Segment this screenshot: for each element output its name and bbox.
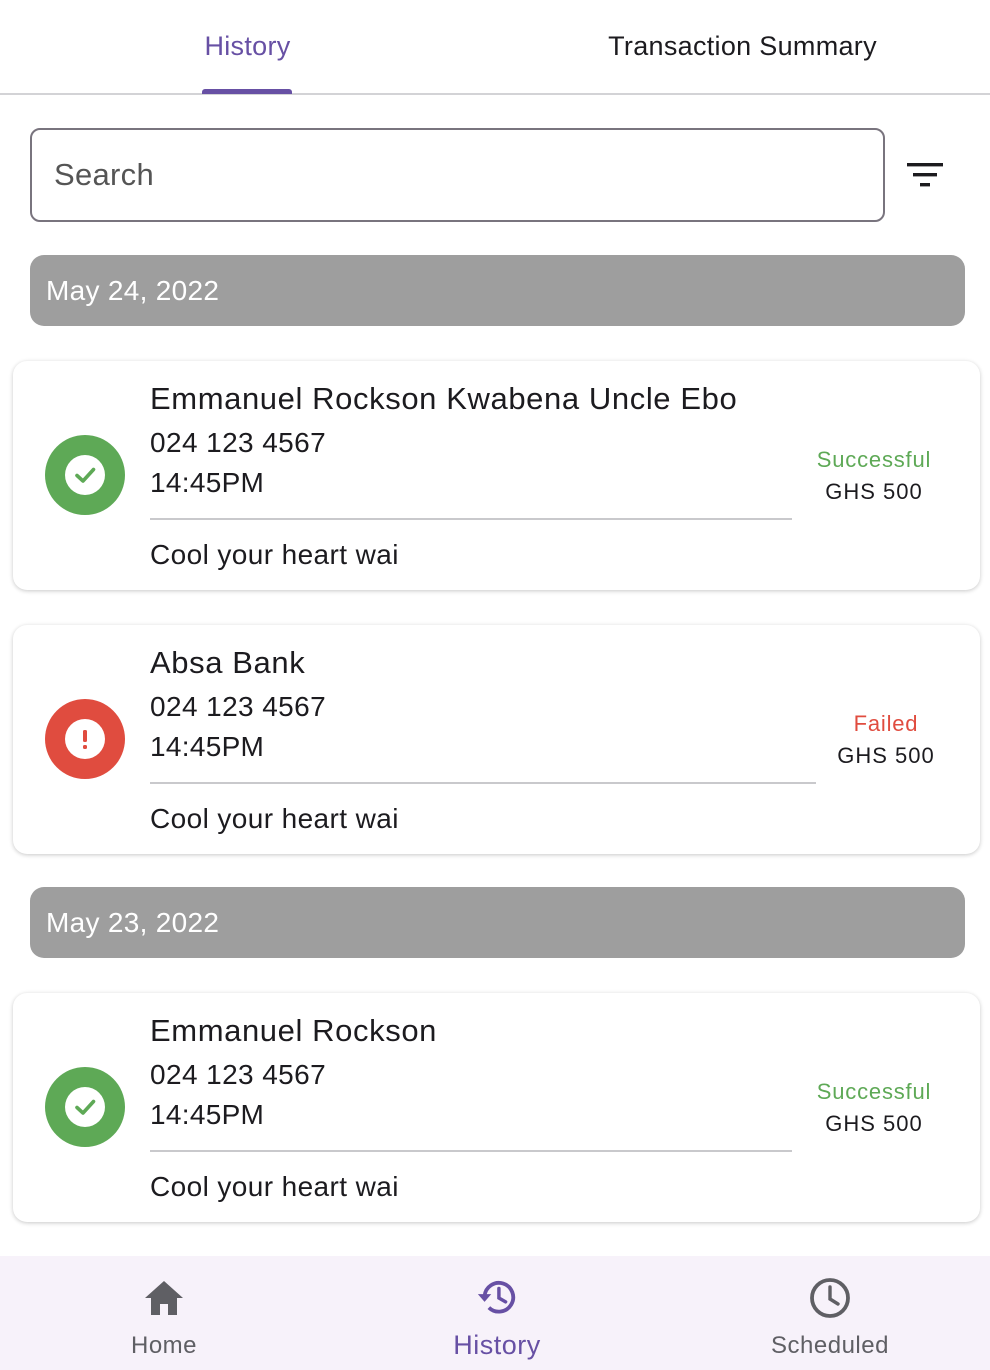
tab-bar: History Transaction Summary — [0, 0, 990, 95]
recipient-phone: 024 123 4567 — [150, 427, 327, 458]
transaction-time: 14:45PM — [150, 1099, 265, 1130]
card-divider — [150, 1150, 792, 1152]
transaction-note: Cool your heart wai — [150, 539, 399, 570]
date-header-label: May 24, 2022 — [46, 274, 220, 306]
recipient-phone: 024 123 4567 — [150, 1059, 327, 1090]
tab-history[interactable]: History — [0, 0, 495, 93]
status-label: Successful — [816, 1079, 932, 1104]
home-icon — [142, 1276, 186, 1320]
clock-icon — [808, 1276, 852, 1320]
transaction-card[interactable]: Emmanuel Rockson Kwabena Uncle Ebo 024 1… — [13, 361, 980, 590]
nav-scheduled-label: Scheduled — [771, 1332, 889, 1359]
filter-icon — [907, 163, 943, 187]
bottom-navigation: Home History Scheduled — [0, 1256, 990, 1370]
transaction-note: Cool your heart wai — [150, 1171, 399, 1202]
recipient-phone: 024 123 4567 — [150, 691, 327, 722]
nav-home[interactable]: Home — [64, 1256, 264, 1370]
transaction-card[interactable]: Absa Bank 024 123 4567 14:45PM Cool your… — [13, 625, 980, 854]
card-divider — [150, 518, 792, 520]
transaction-time: 14:45PM — [150, 467, 265, 498]
transaction-amount: GHS 500 — [837, 743, 935, 768]
transaction-amount: GHS 500 — [825, 1111, 923, 1136]
filter-button[interactable] — [900, 150, 950, 200]
error-circle-icon — [45, 699, 125, 779]
nav-history[interactable]: History — [397, 1256, 597, 1370]
nav-history-label: History — [453, 1330, 541, 1360]
transaction-time: 14:45PM — [150, 731, 265, 762]
nav-scheduled[interactable]: Scheduled — [730, 1256, 930, 1370]
date-header-label: May 23, 2022 — [46, 906, 220, 938]
search-input[interactable] — [54, 157, 861, 193]
status-label: Failed — [853, 711, 919, 736]
transaction-amount: GHS 500 — [825, 479, 923, 504]
recipient-name: Emmanuel Rockson — [150, 1013, 437, 1048]
nav-home-label: Home — [130, 1332, 198, 1359]
history-icon — [475, 1276, 519, 1320]
recipient-name: Absa Bank — [150, 645, 306, 680]
card-divider — [150, 782, 816, 784]
tab-transaction-summary[interactable]: Transaction Summary — [495, 0, 990, 93]
recipient-name: Emmanuel Rockson Kwabena Uncle Ebo — [150, 381, 738, 416]
status-label: Successful — [816, 447, 932, 472]
transaction-note: Cool your heart wai — [150, 803, 399, 834]
check-circle-icon — [45, 1067, 125, 1147]
date-header: May 23, 2022 — [30, 887, 965, 958]
date-header: May 24, 2022 — [30, 255, 965, 326]
check-circle-icon — [45, 435, 125, 515]
tab-active-indicator — [202, 89, 292, 94]
search-field[interactable] — [30, 128, 885, 222]
transaction-card[interactable]: Emmanuel Rockson 024 123 4567 14:45PM Co… — [13, 993, 980, 1222]
